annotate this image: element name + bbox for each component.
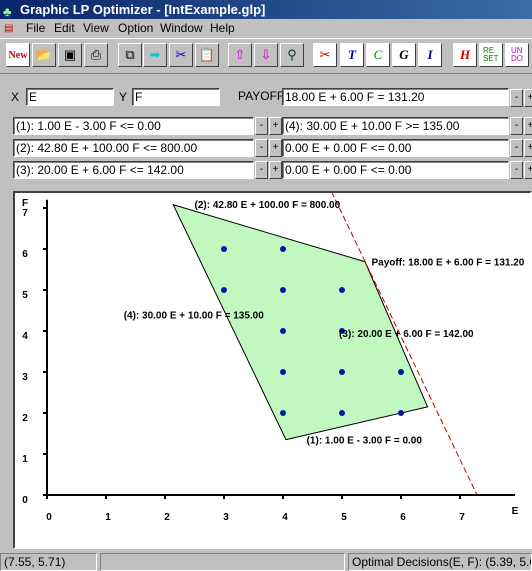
y-variable-input[interactable]: F — [132, 88, 220, 106]
integer-point — [280, 369, 286, 375]
integer-point — [221, 246, 227, 252]
y-tick-label: 0 — [22, 495, 28, 506]
constraint-1-input[interactable]: (1): 1.00 E - 3.00 F <= 0.00 — [13, 117, 254, 135]
y-label: Y — [119, 90, 128, 104]
y-axis-label: F — [22, 198, 28, 209]
document-icon[interactable]: ▤ — [4, 19, 13, 38]
constraint-2-minus-button[interactable]: - — [255, 139, 268, 157]
x-tick-label: 1 — [105, 512, 111, 523]
x-tick-label: 4 — [282, 512, 288, 523]
y-tick-label: 7 — [22, 208, 28, 219]
status-middle — [100, 553, 345, 571]
x-variable-input[interactable]: E — [26, 88, 114, 106]
constraint-2-input[interactable]: (2): 42.80 E + 100.00 F <= 800.00 — [13, 139, 254, 157]
constraint-5-plus-button[interactable]: + — [524, 139, 532, 157]
constraint-1-plus-button[interactable]: + — [269, 117, 282, 135]
x-tick-label: 7 — [459, 512, 465, 523]
x-tick-label: 2 — [164, 512, 170, 523]
constraint-4-plus-button[interactable]: + — [524, 117, 532, 135]
paste-icon[interactable]: 📋 — [195, 43, 219, 67]
constraint-label-3: (4): 30.00 E + 10.00 F = 135.00 — [124, 311, 265, 322]
cursor-coordinates: (7.55, 5.71) — [0, 553, 97, 571]
i-button[interactable]: I — [418, 43, 442, 67]
constraint-5-minus-button[interactable]: - — [510, 139, 523, 157]
menu-view[interactable]: View — [83, 19, 109, 38]
payoff-plus-button[interactable]: + — [524, 89, 532, 107]
t-button[interactable]: T — [340, 43, 364, 67]
integer-point — [339, 287, 345, 293]
constraint-5-input[interactable]: 0.00 E + 0.00 F <= 0.00 — [282, 139, 509, 157]
constraint-1-minus-button[interactable]: - — [255, 117, 268, 135]
constraint-2-plus-button[interactable]: + — [269, 139, 282, 157]
integer-point — [221, 287, 227, 293]
integer-point — [398, 410, 404, 416]
undo-button[interactable]: UNDO — [505, 43, 529, 67]
print-icon[interactable]: ⎙ — [84, 43, 108, 67]
x-axis-label: E — [512, 506, 519, 517]
payoff-input[interactable]: 18.00 E + 6.00 F = 131.20 — [282, 88, 509, 106]
constraint-3-minus-button[interactable]: - — [255, 161, 268, 179]
constraint-label-4: (3): 20.00 E + 6.00 F = 142.00 — [339, 329, 474, 340]
x-tick-label: 0 — [46, 512, 52, 523]
constraint-6-plus-button[interactable]: + — [524, 161, 532, 179]
save-icon[interactable]: ▣ — [58, 43, 82, 67]
integer-point — [398, 369, 404, 375]
copy-icon[interactable]: ⧉ — [118, 43, 142, 67]
x-tick-label: 3 — [223, 512, 229, 523]
g-button[interactable]: G — [392, 43, 416, 67]
toolbar: New 📂 ▣ ⎙ ⧉ ➡ ✂ 📋 ⇧ ⇩ ⚲ ✂ T C G I H RESE… — [0, 38, 532, 74]
arrow-right-icon[interactable]: ➡ — [143, 43, 167, 67]
y-tick-label: 2 — [22, 413, 28, 424]
payoff-label: PAYOFF — [238, 89, 285, 103]
shift-up-icon[interactable]: ⇧ — [228, 43, 252, 67]
menu-file[interactable]: File — [26, 19, 45, 38]
constraint-label-2: Payoff: 18.00 E + 6.00 F = 131.20 — [372, 257, 525, 268]
constraint-6-input[interactable]: 0.00 E + 0.00 F <= 0.00 — [282, 161, 509, 179]
constraint-4-input[interactable]: (4): 30.00 E + 10.00 F >= 135.00 — [282, 117, 509, 135]
menu-help[interactable]: Help — [210, 19, 235, 38]
constraint-3-plus-button[interactable]: + — [269, 161, 282, 179]
integer-point — [339, 410, 345, 416]
lp-chart[interactable]: 0 1 2 3 4 5 6 7 0 1 2 3 4 5 6 7 E F (2): 42.80 E + 100.00 … — [15, 193, 530, 547]
new-button[interactable]: New — [6, 43, 30, 67]
c-button[interactable]: C — [366, 43, 390, 67]
constraint-4-minus-button[interactable]: - — [510, 117, 523, 135]
menu-window[interactable]: Window — [160, 19, 203, 38]
menu-option[interactable]: Option — [118, 19, 153, 38]
y-tick-label: 6 — [22, 249, 28, 260]
optimal-decisions: Optimal Decisions(E, F): (5.39, 5.69) — [348, 553, 532, 571]
constraint-label-1: (2): 42.80 E + 100.00 F = 800.00 — [195, 200, 341, 211]
open-icon[interactable]: 📂 — [32, 43, 56, 67]
menu-edit[interactable]: Edit — [54, 19, 75, 38]
window-title: Graphic LP Optimizer - [IntExample.glp] — [20, 2, 266, 17]
integer-point — [280, 287, 286, 293]
constraint-6-minus-button[interactable]: - — [510, 161, 523, 179]
zoom-icon[interactable]: ⚲ — [280, 43, 304, 67]
y-tick-label: 4 — [22, 331, 28, 342]
reset-button[interactable]: RESET — [479, 43, 503, 67]
x-label: X — [11, 90, 20, 104]
delete-constraint-icon[interactable]: ✂ — [313, 43, 337, 67]
constraint-label-5: (1): 1.00 E - 3.00 F = 0.00 — [307, 436, 423, 447]
h-button[interactable]: H — [453, 43, 477, 67]
shift-down-icon[interactable]: ⇩ — [254, 43, 278, 67]
graph-panel[interactable]: 0 1 2 3 4 5 6 7 0 1 2 3 4 5 6 7 E F (2): 42.80 E + 100.00 … — [13, 191, 532, 549]
title-bar: ♣ Graphic LP Optimizer - [IntExample.glp… — [0, 0, 532, 19]
status-bar: (7.55, 5.71) Optimal Decisions(E, F): (5… — [0, 553, 532, 571]
integer-point — [280, 328, 286, 334]
feasible-region — [172, 203, 429, 441]
y-tick-label: 5 — [22, 290, 28, 301]
integer-point — [280, 410, 286, 416]
cut-icon[interactable]: ✂ — [169, 43, 193, 67]
x-tick-label: 5 — [341, 512, 347, 523]
integer-point — [339, 369, 345, 375]
x-tick-label: 6 — [400, 512, 406, 523]
menu-bar: ▤ File Edit View Option Window Help — [0, 19, 532, 38]
payoff-minus-button[interactable]: - — [510, 89, 523, 107]
integer-point — [280, 246, 286, 252]
y-tick-label: 1 — [22, 454, 28, 465]
constraint-3-input[interactable]: (3): 20.00 E + 6.00 F <= 142.00 — [13, 161, 254, 179]
y-tick-label: 3 — [22, 372, 28, 383]
